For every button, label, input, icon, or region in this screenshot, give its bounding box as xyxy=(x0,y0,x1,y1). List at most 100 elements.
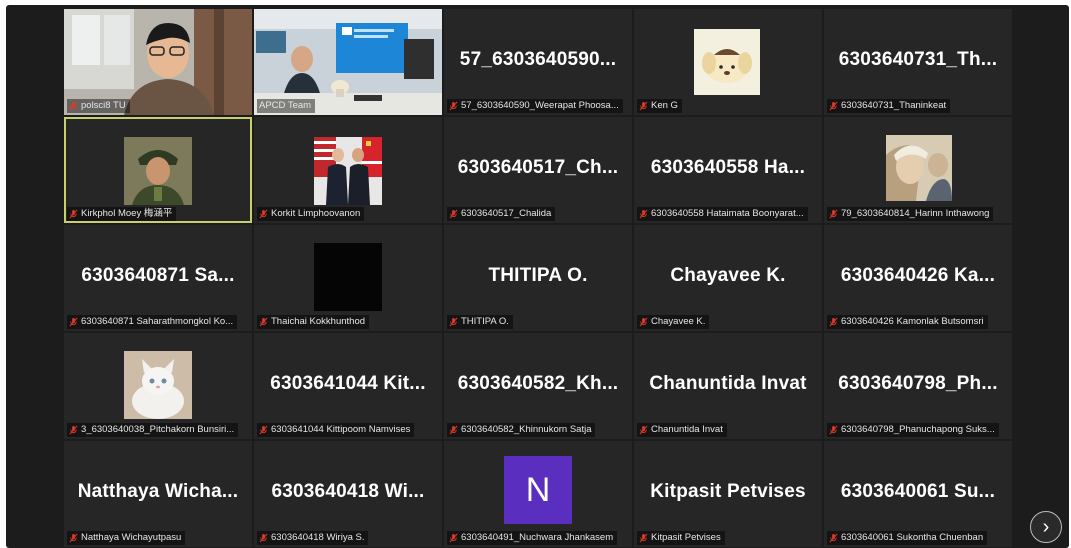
participant-tile-saharathmongkol[interactable]: 6303640871 Sa... 6303640871 Saharathmong… xyxy=(64,225,252,331)
muted-mic-icon xyxy=(639,101,648,111)
participant-name-label: 6303640558 Hataimata Boonyarat... xyxy=(637,207,808,221)
participant-avatar xyxy=(886,135,952,201)
muted-mic-icon xyxy=(639,317,648,327)
participant-display-name: 6303640517_Ch... xyxy=(457,157,619,178)
participant-tile-nuchwara[interactable]: N 6303640491_Nuchwara Jhankasem xyxy=(444,441,632,547)
muted-mic-icon xyxy=(449,533,458,543)
participant-tile-hataimata[interactable]: 6303640558 Ha... 6303640558 Hataimata Bo… xyxy=(634,117,822,223)
participant-name-label: THITIPA O. xyxy=(447,315,513,329)
muted-mic-icon xyxy=(259,209,268,219)
participant-name: 6303640798_Phanuchapong Suks... xyxy=(841,424,995,435)
muted-mic-icon xyxy=(449,101,458,111)
muted-mic-icon xyxy=(639,533,648,543)
participant-name-label: Kitpasit Petvises xyxy=(637,531,725,545)
participant-tile-weerapat[interactable]: 57_6303640590... 57_6303640590_Weerapat … xyxy=(444,9,632,115)
muted-mic-icon xyxy=(259,317,268,327)
participant-tile-khinnukorn[interactable]: 6303640582_Kh... 6303640582_Khinnukorn S… xyxy=(444,333,632,439)
participant-tile-chanuntida[interactable]: Chanuntida Invat Chanuntida Invat xyxy=(634,333,822,439)
muted-mic-icon xyxy=(69,209,78,219)
muted-mic-icon xyxy=(829,317,838,327)
participant-display-name: Chanuntida Invat xyxy=(649,373,807,394)
participant-tile-pitchakorn[interactable]: 3_6303640038_Pitchakorn Bunsiri... xyxy=(64,333,252,439)
participant-name: Thaichai Kokkhunthod xyxy=(271,316,366,327)
participant-name: 6303640871 Saharathmongkol Ko... xyxy=(81,316,234,327)
participant-avatar xyxy=(124,137,192,205)
participant-tile-kittipoom[interactable]: 6303641044 Kit... 6303641044 Kittipoom N… xyxy=(254,333,442,439)
participant-tile-korkit[interactable]: Korkit Limphoovanon xyxy=(254,117,442,223)
dog-avatar-image xyxy=(694,29,760,95)
initial-avatar-letter: N xyxy=(525,470,551,509)
participant-name-label: 57_6303640590_Weerapat Phoosa... xyxy=(447,99,623,113)
participant-name-label: APCD Team xyxy=(257,99,316,113)
participant-tile-kamonlak[interactable]: 6303640426 Ka... 6303640426 Kamonlak But… xyxy=(824,225,1012,331)
participant-name: 6303640558 Hataimata Boonyarat... xyxy=(651,208,804,219)
participant-name-label: 3_6303640038_Pitchakorn Bunsiri... xyxy=(67,423,239,437)
initial-avatar: N xyxy=(504,456,572,524)
participant-name: Ken G xyxy=(651,100,678,111)
participant-name: Natthaya Wichayutpasu xyxy=(81,532,182,543)
cat-avatar-image xyxy=(124,351,192,419)
participant-name: Korkit Limphoovanon xyxy=(271,208,361,219)
participant-name: Chayavee K. xyxy=(651,316,706,327)
participant-name: Kitpasit Petvises xyxy=(651,532,721,543)
participant-name-label: 6303640491_Nuchwara Jhankasem xyxy=(447,531,618,545)
participant-name: 6303640426 Kamonlak Butsomsri xyxy=(841,316,984,327)
participant-display-name: Kitpasit Petvises xyxy=(650,481,806,502)
participant-name-label: Thaichai Kokkhunthod xyxy=(257,315,370,329)
participant-name: Chanuntida Invat xyxy=(651,424,723,435)
participant-avatar xyxy=(124,351,192,419)
participant-tile-ken-g[interactable]: Ken G xyxy=(634,9,822,115)
participant-display-name: THITIPA O. xyxy=(488,265,588,286)
participant-name: THITIPA O. xyxy=(461,316,509,327)
participant-name: polsci8 TU xyxy=(81,100,126,111)
participant-name: 3_6303640038_Pitchakorn Bunsiri... xyxy=(81,424,235,435)
muted-mic-icon xyxy=(829,533,838,543)
participant-name: 6303640731_Thaninkeat xyxy=(841,100,947,111)
participant-tile-thaninkeat[interactable]: 6303640731_Th... 6303640731_Thaninkeat xyxy=(824,9,1012,115)
participant-avatar xyxy=(694,29,760,95)
participant-tile-polsci8[interactable]: polsci8 TU xyxy=(64,9,252,115)
participant-name-label: Ken G xyxy=(637,99,682,113)
participant-name: APCD Team xyxy=(259,100,312,111)
participant-display-name: 6303640871 Sa... xyxy=(81,265,235,286)
participant-name: 57_6303640590_Weerapat Phoosa... xyxy=(461,100,619,111)
participant-name-label: 79_6303640814_Harinn Inthawong xyxy=(827,207,994,221)
participant-name: 6303640517_Chalida xyxy=(461,208,552,219)
participant-name-label: 6303640517_Chalida xyxy=(447,207,556,221)
muted-mic-icon xyxy=(449,317,458,327)
soldier-avatar-image xyxy=(124,137,192,205)
participant-display-name: 57_6303640590... xyxy=(459,49,617,70)
participant-tile-chayavee[interactable]: Chayavee K. Chayavee K. xyxy=(634,225,822,331)
participant-tile-natthaya[interactable]: Natthaya Wicha... Natthaya Wichayutpasu xyxy=(64,441,252,547)
muted-mic-icon xyxy=(69,533,78,543)
participant-tile-kitpasit[interactable]: Kitpasit Petvises Kitpasit Petvises xyxy=(634,441,822,547)
participant-avatar xyxy=(314,137,382,205)
next-page-button[interactable]: › xyxy=(1030,511,1062,543)
participant-name-label: Chayavee K. xyxy=(637,315,710,329)
muted-mic-icon xyxy=(639,209,648,219)
participant-tile-chalida[interactable]: 6303640517_Ch... 6303640517_Chalida xyxy=(444,117,632,223)
participant-name-label: 6303640798_Phanuchapong Suks... xyxy=(827,423,999,437)
meeting-window: polsci8 TU APCD Team 57_6303640590... 57… xyxy=(6,5,1069,548)
muted-mic-icon xyxy=(449,425,458,435)
handshake-avatar-image xyxy=(314,137,382,205)
participant-tile-kirkphol[interactable]: Kirkphol Moey 梅涵平 xyxy=(64,117,252,223)
participant-name-label: 6303640582_Khinnukorn Satja xyxy=(447,423,596,437)
participant-tile-thaichai[interactable]: Thaichai Kokkhunthod xyxy=(254,225,442,331)
participant-tile-thitipa[interactable]: THITIPA O. THITIPA O. xyxy=(444,225,632,331)
participant-tile-apcd-team[interactable]: APCD Team xyxy=(254,9,442,115)
chevron-right-icon: › xyxy=(1042,516,1050,538)
participant-name: Kirkphol Moey 梅涵平 xyxy=(81,208,173,219)
participant-name: 6303641044 Kittipoom Namvises xyxy=(271,424,411,435)
participant-name-label: 6303641044 Kittipoom Namvises xyxy=(257,423,415,437)
participant-tile-sukontha[interactable]: 6303640061 Su... 6303640061 Sukontha Chu… xyxy=(824,441,1012,547)
gallery-grid: polsci8 TU APCD Team 57_6303640590... 57… xyxy=(64,9,1016,548)
participant-name-label: 6303640061 Sukontha Chuenban xyxy=(827,531,988,545)
participant-name-label: Chanuntida Invat xyxy=(637,423,727,437)
participant-name: 6303640582_Khinnukorn Satja xyxy=(461,424,592,435)
participant-tile-wiriya[interactable]: 6303640418 Wi... 6303640418 Wiriya S. xyxy=(254,441,442,547)
muted-mic-icon xyxy=(69,317,78,327)
participant-tile-harinn[interactable]: 79_6303640814_Harinn Inthawong xyxy=(824,117,1012,223)
participant-tile-phanuchapong[interactable]: 6303640798_Ph... 6303640798_Phanuchapong… xyxy=(824,333,1012,439)
participant-name-label: 6303640871 Saharathmongkol Ko... xyxy=(67,315,238,329)
